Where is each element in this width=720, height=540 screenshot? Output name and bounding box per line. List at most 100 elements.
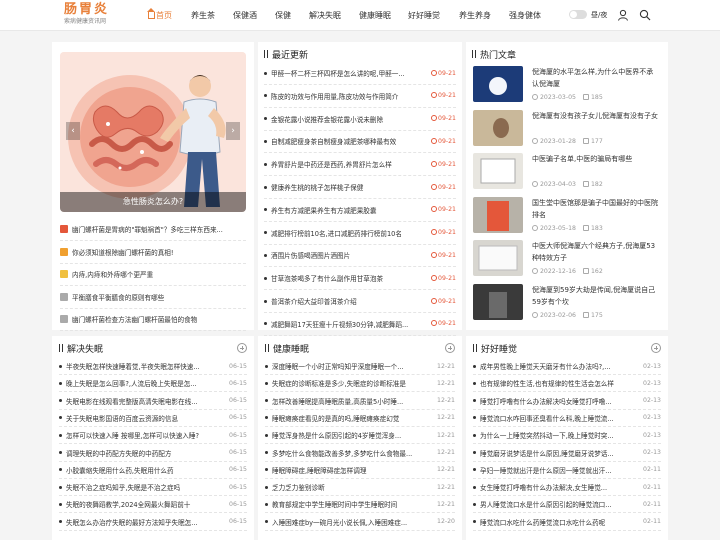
list-item[interactable]: 失眠的夜舞蹈教学,2024全网最火舞蹈前十 06-15 (59, 496, 247, 514)
list-item[interactable]: 你必须知道根除幽门螺杆菌的真相! (60, 241, 246, 264)
user-icon[interactable] (617, 9, 629, 21)
list-item[interactable]: 健康养生桃的桃子怎样桃子保健 09-21 (264, 176, 456, 199)
list-item[interactable]: 睡觉打呼噜有什么办法解决吗女睡觉打呼噜... 02-13 (473, 393, 661, 410)
theme-toggle[interactable] (569, 10, 587, 19)
list-item[interactable]: 为什么一上睡觉突然抖动一下,晚上睡觉时突... 02-13 (473, 427, 661, 445)
article-icon (60, 247, 68, 256)
hot-article-title[interactable]: 倪海厦有没有孩子女儿倪海厦有没有子女 (532, 110, 659, 122)
list-item[interactable]: 入睡困难症by一碗月光小说长佩,入睡困难症... 12-20 (265, 514, 455, 531)
bullet-icon (264, 71, 267, 75)
nav-item[interactable]: 强身健体 (509, 10, 541, 21)
list-item[interactable]: 教育部规定中学生睡眠时间中学生睡眠时间 12-21 (265, 496, 455, 514)
nav-item[interactable]: 保健 (275, 10, 291, 21)
latest-header: 最近更新 (264, 46, 308, 62)
list-item[interactable]: 减肥舞蹈17天狂瘦十斤视频30分钟,减肥舞蹈... 09-21 (264, 313, 456, 336)
article-thumbnail[interactable] (473, 196, 523, 233)
list-item-title: 睡觉流口水咋回事还臭看什么科,晚上睡觉流... (480, 414, 614, 423)
list-item[interactable]: 男人睡觉流口水是什么原因引起的睡觉流口... 02-11 (473, 496, 661, 514)
list-item[interactable]: 减肥排行榜前10名,进口减肥药排行榜前10名 09-21 (264, 222, 456, 245)
list-item[interactable]: 多梦吃什么食物能改善多梦,多梦吃什么食物最... 12-21 (265, 445, 455, 462)
hero-caption[interactable]: 急性肠炎怎么办? (60, 192, 246, 212)
more-plus-icon[interactable] (651, 343, 661, 353)
list-item[interactable]: 失眠怎么办治疗失眠的最好方法知乎失眠怎... 06-15 (59, 514, 247, 531)
list-item[interactable]: 调理失眠的中药配方失眠的中药配方 06-15 (59, 445, 247, 462)
nav-item[interactable]: 健康睡眠 (359, 10, 391, 21)
article-thumbnail[interactable] (473, 240, 523, 276)
list-item[interactable]: 失眠电影在线观看完整版高清失眠电影在线... 06-15 (59, 393, 247, 410)
list-item[interactable]: 睡觉流口水咋回事还臭看什么科,晚上睡觉流... 02-13 (473, 410, 661, 427)
article-thumbnail[interactable] (473, 283, 523, 320)
list-item[interactable]: 幽门螺杆菌是胃病的"罪魁祸首"？多吃三样东西来... (60, 218, 246, 241)
more-plus-icon[interactable] (237, 343, 247, 353)
list-item[interactable]: 也有规律的性生活,也有规律的性生活会怎么样 02-13 (473, 375, 661, 393)
nav-item-label: 解决失眠 (309, 11, 341, 20)
hot-article-title[interactable]: 中医大师倪海厦六个经典方子,倪海厦53种特效方子 (532, 240, 659, 264)
hot-article-title[interactable]: 倪海厦的水平怎么样,为什么中医界不承认倪海厦 (532, 66, 659, 90)
hot-article-title[interactable]: 倪海厦到59岁大劫是传闻,倪海厦说自己59岁有个坎 (532, 284, 659, 308)
list-item[interactable]: 睡眠障碍症,睡眠障碍症怎样调理 12-21 (265, 462, 455, 479)
list-item[interactable]: 睡觉磨牙说梦话是什么原因,睡觉磨牙说梦话... 02-13 (473, 445, 661, 462)
nav-item[interactable]: 养生养身 (459, 10, 491, 21)
list-item[interactable]: 养生有方减肥果养生有方减肥果胶囊 09-21 (264, 199, 456, 222)
list-item[interactable]: 孕妇一睡觉就出汗是什么原因一睡觉就出汗... 02-11 (473, 462, 661, 479)
list-item[interactable]: 关于失眠电影国语的百度云资源的信息 06-15 (59, 410, 247, 427)
clock-icon (431, 229, 438, 236)
article-thumbnail[interactable] (473, 109, 523, 146)
more-plus-icon[interactable] (445, 343, 455, 353)
list-item[interactable]: 甲醛一杯二杯三杯四杯是怎么讲的呢,甲醛一... 09-21 (264, 62, 456, 85)
list-item[interactable]: 怎样可以快速入睡 按哪里,怎样可以快速入睡? 06-15 (59, 427, 247, 445)
list-item[interactable]: 普洱茶介绍大益印普洱茶介绍 09-21 (264, 290, 456, 313)
list-item-date: 02-11 (643, 466, 661, 474)
bullet-icon (59, 468, 62, 472)
list-item[interactable]: 幽门螺杆菌检查方法幽门螺杆菌最怕的食物 (60, 308, 246, 331)
article-thumbnail[interactable] (473, 153, 523, 189)
hot-article[interactable]: 倪海厦的水平怎么样,为什么中医界不承认倪海厦 2023-03-05 185 (473, 66, 659, 104)
list-item[interactable]: 甘草泡茶喝多了有什么副作用甘草泡茶 09-21 (264, 267, 456, 291)
list-item[interactable]: 乏力乏力鉴别诊断 12-21 (265, 479, 455, 497)
site-logo[interactable]: 肠胃炎 索病健康资讯网 (64, 2, 109, 26)
nav-item[interactable]: 好好睡觉 (408, 10, 440, 21)
list-item[interactable]: 失眠不治之症吗知乎,失眠是不治之症吗 06-15 (59, 479, 247, 497)
list-item[interactable]: 酒围片伤感喝酒图片酒图片 09-21 (264, 244, 456, 268)
list-item[interactable]: 晚上失眠是怎么回事?,人流后晚上失眠是怎... 06-15 (59, 375, 247, 393)
hero-next-button[interactable]: › (226, 122, 240, 140)
clock-icon (532, 181, 538, 187)
hero-slider[interactable]: ‹ › 急性肠炎怎么办? (60, 52, 246, 212)
clock-icon (431, 160, 438, 167)
list-item[interactable]: 成年男性晚上睡觉天天磨牙有什么办法吗?,... 02-13 (473, 358, 661, 375)
hot-article[interactable]: 中医大师倪海厦六个经典方子,倪海厦53种特效方子 2022-12-16 162 (473, 240, 659, 278)
list-item[interactable]: 平衡膳食平衡膳食的原则有哪些 (60, 286, 246, 309)
list-item[interactable]: 小胶囊缩失眠用什么药,失眠用什么药 06-15 (59, 462, 247, 479)
nav-item[interactable]: 解决失眠 (309, 10, 341, 21)
list-item[interactable]: 睡眠瘫痪症看见的是真的吗,睡眠瘫痪症幻觉 12-21 (265, 410, 455, 427)
bullet-icon (265, 451, 268, 454)
bullet-icon (473, 485, 476, 489)
hot-article-title[interactable]: 中医骗子名单,中医的骗局有哪些 (532, 153, 659, 165)
bullet-icon (264, 208, 267, 212)
hot-article[interactable]: 中医骗子名单,中医的骗局有哪些 2023-04-03 182 (473, 153, 659, 191)
article-thumbnail[interactable] (473, 66, 523, 102)
nav-item[interactable]: 首页 (147, 8, 172, 21)
hot-article[interactable]: 倪海厦到59岁大劫是传闻,倪海厦说自己59岁有个坎 2023-02-06 175 (473, 283, 659, 322)
list-item[interactable]: 睡觉浑身热是什么原因引起的4岁睡觉浑身... 12-21 (265, 427, 455, 445)
list-item[interactable]: 怎样改善睡眠提高睡眠质量,高质量5小时睡... 12-21 (265, 393, 455, 410)
hot-article[interactable]: 倪海厦有没有孩子女儿倪海厦有没有子女 2023-01-28 177 (473, 109, 659, 148)
list-item[interactable]: 内痔,内痔和外痔哪个更严重 (60, 263, 246, 286)
nav-item[interactable]: 养生茶 (191, 10, 215, 21)
nav-item[interactable]: 保健酒 (233, 10, 257, 21)
list-item[interactable]: 失眠症的诊断标准是多少,失眠症的诊断标准是 12-21 (265, 375, 455, 393)
healthy-sleep-title: 健康睡眠 (273, 344, 310, 355)
nav-item-label: 首页 (156, 11, 172, 20)
hot-article[interactable]: 国生堂中医馆那是骗子中国最好的中医院排名 2023-05-18 183 (473, 196, 659, 235)
list-item[interactable]: 金银花露小说推荐金银花露小说未删除 09-21 (264, 108, 456, 131)
list-item[interactable]: 女生睡觉打呼噜有什么办法解决,女生睡觉... 02-11 (473, 479, 661, 497)
list-item[interactable]: 养胃舒片是中药还是西药,养胃舒片怎么样 09-21 (264, 153, 456, 177)
search-icon[interactable] (639, 9, 651, 21)
list-item[interactable]: 半夜失眠怎样快速睡着觉,半夜失眠怎样快速... 06-15 (59, 358, 247, 375)
list-item[interactable]: 陈皮的功效与作用用量,陈皮功效与作用简介 09-21 (264, 85, 456, 108)
list-item[interactable]: 深度睡眠一个小时正常吗知乎深度睡眠一个... 12-21 (265, 358, 455, 375)
hot-article-title[interactable]: 国生堂中医馆那是骗子中国最好的中医院排名 (532, 197, 659, 221)
hero-prev-button[interactable]: ‹ (66, 122, 80, 140)
list-item[interactable]: 睡觉流口水吃什么药睡觉流口水吃什么药呢 02-11 (473, 514, 661, 531)
list-item[interactable]: 自制减肥瘦身茶自制瘦身减肥茶哪种最有效 09-21 (264, 130, 456, 154)
